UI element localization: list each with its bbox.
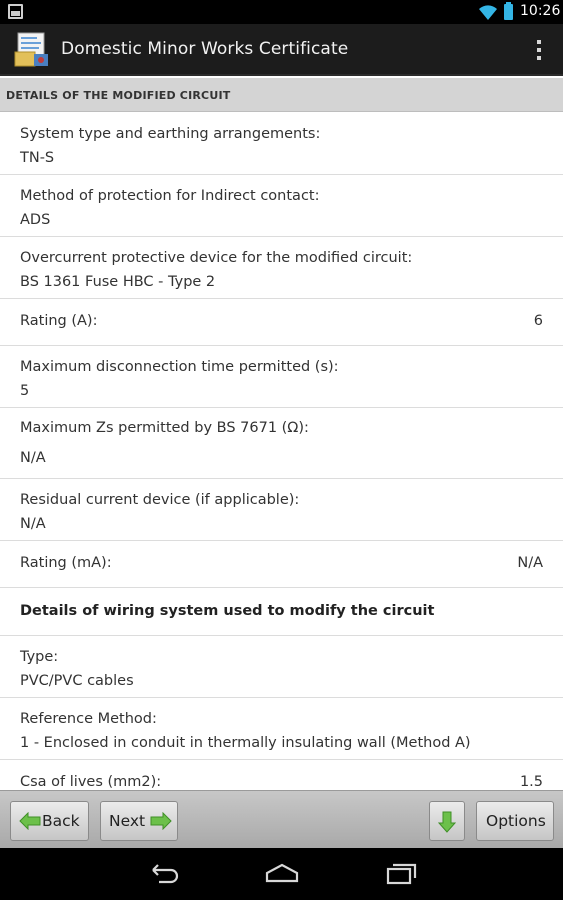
nav-back-icon[interactable]: [145, 862, 181, 886]
row-value: 6: [533, 313, 543, 329]
subsection-title: Details of wiring system used to modify …: [20, 603, 435, 619]
row-label: Residual current device (if applicable):: [20, 492, 300, 508]
row-label: Rating (mA):: [20, 555, 112, 571]
row-label: Reference Method:: [20, 711, 157, 727]
wifi-icon: [479, 5, 497, 21]
nav-home-icon[interactable]: [264, 862, 300, 886]
action-bar: Domestic Minor Works Certificate: [0, 24, 563, 76]
row-label: Method of protection for Indirect contac…: [20, 188, 320, 204]
row-label: System type and earthing arrangements:: [20, 126, 321, 142]
section-header: DETAILS OF THE MODIFIED CIRCUIT: [0, 78, 563, 112]
status-bar: 10:26: [0, 0, 563, 24]
row-csa-lives[interactable]: Csa of lives (mm2): 1.5: [0, 760, 563, 789]
download-arrow-icon: [437, 811, 457, 833]
row-rcd[interactable]: Residual current device (if applicable):…: [0, 479, 563, 541]
wiring-system-heading: Details of wiring system used to modify …: [0, 588, 563, 636]
row-max-disconnection-time[interactable]: Maximum disconnection time permitted (s)…: [0, 346, 563, 408]
row-value: BS 1361 Fuse HBC - Type 2: [20, 274, 216, 290]
row-wiring-type[interactable]: Type: PVC/PVC cables: [0, 636, 563, 698]
row-value: TN-S: [20, 150, 55, 166]
row-label: Csa of lives (mm2):: [20, 774, 162, 789]
row-rating-a[interactable]: Rating (A): 6: [0, 299, 563, 346]
row-label: Rating (A):: [20, 313, 98, 329]
back-button[interactable]: Back: [10, 801, 89, 841]
back-arrow-icon: [19, 812, 41, 830]
details-list: System type and earthing arrangements: T…: [0, 113, 563, 789]
back-button-label: Back: [42, 812, 80, 830]
row-value: 1.5: [519, 774, 543, 789]
row-value: PVC/PVC cables: [20, 673, 134, 689]
row-rating-ma[interactable]: Rating (mA): N/A: [0, 541, 563, 588]
options-button-label: Options: [486, 812, 546, 830]
row-max-zs[interactable]: Maximum Zs permitted by BS 7671 (Ω): N/A: [0, 408, 563, 479]
section-title: DETAILS OF THE MODIFIED CIRCUIT: [6, 89, 231, 102]
battery-icon: [504, 2, 513, 20]
app-title: Domestic Minor Works Certificate: [61, 39, 349, 59]
row-value: N/A: [20, 450, 46, 466]
download-button[interactable]: [429, 801, 465, 841]
row-value: 1 - Enclosed in conduit in thermally ins…: [20, 735, 471, 751]
status-time: 10:26: [520, 3, 561, 19]
next-button-label: Next: [109, 812, 146, 830]
nav-recent-icon[interactable]: [384, 862, 420, 886]
app-icon[interactable]: [12, 30, 52, 70]
options-button[interactable]: Options: [476, 801, 554, 841]
row-overcurrent-device[interactable]: Overcurrent protective device for the mo…: [0, 237, 563, 299]
row-reference-method[interactable]: Reference Method: 1 - Enclosed in condui…: [0, 698, 563, 760]
row-label: Type:: [20, 649, 59, 665]
bottom-toolbar: Back Next Options: [0, 790, 563, 848]
row-label: Maximum Zs permitted by BS 7671 (Ω):: [20, 420, 309, 436]
row-value: ADS: [20, 212, 51, 228]
row-value: N/A: [517, 555, 543, 571]
row-value: N/A: [20, 516, 46, 532]
row-label: Maximum disconnection time permitted (s)…: [20, 359, 339, 375]
row-value: 5: [20, 383, 30, 399]
next-arrow-icon: [150, 812, 172, 830]
notification-icon: [8, 4, 23, 19]
row-protection-method[interactable]: Method of protection for Indirect contac…: [0, 175, 563, 237]
next-button[interactable]: Next: [100, 801, 178, 841]
overflow-menu-icon[interactable]: [533, 38, 545, 62]
row-system-type[interactable]: System type and earthing arrangements: T…: [0, 113, 563, 175]
row-label: Overcurrent protective device for the mo…: [20, 250, 413, 266]
system-nav-bar: [0, 848, 563, 900]
